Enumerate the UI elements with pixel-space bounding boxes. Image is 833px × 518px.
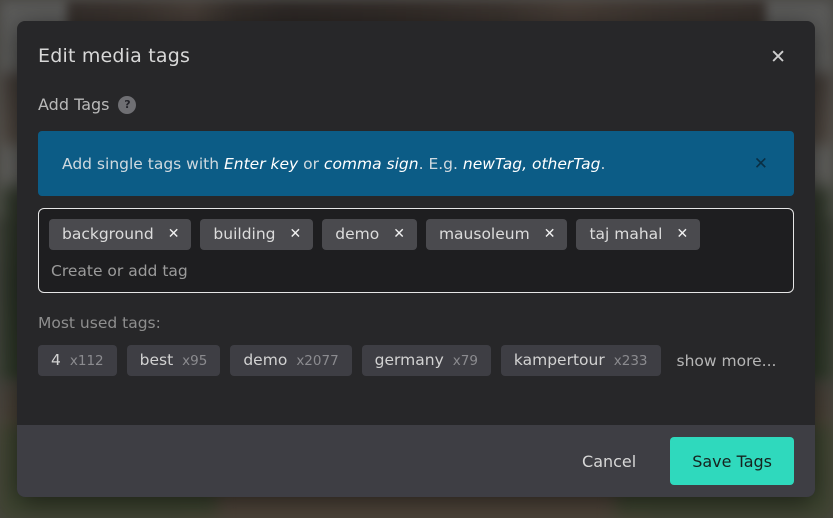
most-used-tag-chip[interactable]: 4 x112 bbox=[38, 345, 117, 376]
help-icon[interactable]: ? bbox=[118, 95, 137, 114]
show-more-link[interactable]: show more... bbox=[677, 352, 777, 370]
tag-chip-label: background bbox=[62, 225, 154, 243]
tag-chip-label: taj mahal bbox=[589, 225, 663, 243]
info-banner: Add single tags with Enter key or comma … bbox=[38, 131, 794, 196]
add-tags-label-row: Add Tags ? bbox=[38, 95, 794, 114]
most-used-tag-name: germany bbox=[374, 351, 444, 369]
tag-chip-label: demo bbox=[335, 225, 380, 243]
most-used-tags-list: 4 x112 best x95 demo x2077 germany x79 k… bbox=[38, 345, 794, 376]
most-used-tag-count: x79 bbox=[452, 353, 478, 369]
dialog-footer: Cancel Save Tags bbox=[17, 425, 815, 497]
tag-remove-icon[interactable]: ✕ bbox=[544, 227, 556, 241]
info-emphasis-example: newTag, otherTag bbox=[462, 154, 601, 173]
tag-remove-icon[interactable]: ✕ bbox=[676, 227, 688, 241]
info-text-part1: Add single tags with bbox=[62, 154, 224, 173]
tag-chip: mausoleum ✕ bbox=[425, 219, 568, 250]
info-text-part3: . E.g. bbox=[418, 154, 463, 173]
info-emphasis-comma-sign: comma sign bbox=[323, 154, 419, 173]
tag-remove-icon[interactable]: ✕ bbox=[168, 227, 180, 241]
tag-chip: demo ✕ bbox=[322, 219, 417, 250]
tag-chip: building ✕ bbox=[200, 219, 314, 250]
most-used-tag-count: x95 bbox=[182, 353, 208, 369]
most-used-tags-label: Most used tags: bbox=[38, 314, 161, 332]
tag-chip: background ✕ bbox=[49, 219, 192, 250]
create-or-add-tag-input[interactable] bbox=[51, 262, 781, 280]
most-used-tag-count: x2077 bbox=[296, 353, 339, 369]
most-used-tag-chip[interactable]: germany x79 bbox=[361, 345, 491, 376]
edit-media-tags-dialog: Edit media tags ✕ Add Tags ? Add single … bbox=[17, 21, 815, 497]
tag-remove-icon[interactable]: ✕ bbox=[290, 227, 302, 241]
info-banner-close-icon[interactable]: ✕ bbox=[746, 150, 776, 178]
cancel-button[interactable]: Cancel bbox=[570, 444, 648, 479]
most-used-tag-chip[interactable]: demo x2077 bbox=[230, 345, 352, 376]
most-used-tag-name: 4 bbox=[51, 351, 61, 369]
tag-remove-icon[interactable]: ✕ bbox=[393, 227, 405, 241]
save-tags-button[interactable]: Save Tags bbox=[670, 437, 794, 485]
page-title: Edit media tags bbox=[38, 45, 191, 67]
info-text-part2: or bbox=[298, 154, 324, 173]
info-text-part4: . bbox=[600, 154, 606, 173]
tag-input-box[interactable]: background ✕ building ✕ demo ✕ mausoleum… bbox=[38, 208, 794, 293]
info-banner-text: Add single tags with Enter key or comma … bbox=[62, 155, 605, 173]
info-emphasis-enter-key: Enter key bbox=[223, 154, 299, 173]
close-icon[interactable]: ✕ bbox=[764, 44, 792, 71]
tag-entry-row bbox=[49, 259, 783, 284]
selected-tag-list: background ✕ building ✕ demo ✕ mausoleum… bbox=[49, 219, 783, 250]
dialog-header: Edit media tags ✕ bbox=[38, 43, 794, 71]
most-used-tag-name: demo bbox=[243, 351, 288, 369]
most-used-tag-chip[interactable]: kampertour x233 bbox=[500, 345, 661, 376]
add-tags-label: Add Tags bbox=[38, 95, 110, 114]
most-used-tag-count: x112 bbox=[69, 353, 104, 369]
tag-chip-label: mausoleum bbox=[438, 225, 530, 243]
most-used-tag-name: kampertour bbox=[513, 351, 605, 369]
tag-chip: taj mahal ✕ bbox=[576, 219, 701, 250]
most-used-tag-chip[interactable]: best x95 bbox=[126, 345, 221, 376]
most-used-tag-name: best bbox=[139, 351, 174, 369]
most-used-tag-count: x233 bbox=[613, 353, 648, 369]
dialog-body: Edit media tags ✕ Add Tags ? Add single … bbox=[17, 21, 815, 425]
tag-chip-label: building bbox=[213, 225, 276, 243]
